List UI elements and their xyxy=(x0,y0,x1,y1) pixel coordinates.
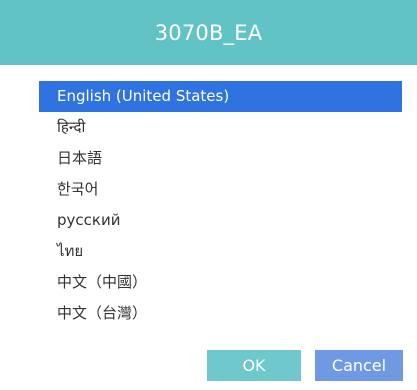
language-option-russian[interactable]: русский xyxy=(39,205,402,236)
language-dialog: 3070B_EA English (United States) हिन्दी … xyxy=(0,0,417,390)
language-list: English (United States) हिन्दी 日本語 한국어 р… xyxy=(39,81,402,329)
cancel-button[interactable]: Cancel xyxy=(315,350,403,381)
language-option-chinese-tw[interactable]: 中文（台灣） xyxy=(39,298,402,329)
language-option-thai[interactable]: ไทย xyxy=(39,236,402,267)
title-bar: 3070B_EA xyxy=(0,0,417,65)
ok-button[interactable]: OK xyxy=(207,350,301,381)
language-option-chinese-hk[interactable]: 中文（中國） xyxy=(39,267,402,298)
language-option-japanese[interactable]: 日本語 xyxy=(39,143,402,174)
language-option-hindi[interactable]: हिन्दी xyxy=(39,112,402,143)
language-option-english-us[interactable]: English (United States) xyxy=(39,81,402,112)
language-option-korean[interactable]: 한국어 xyxy=(39,174,402,205)
dialog-title: 3070B_EA xyxy=(154,20,263,45)
